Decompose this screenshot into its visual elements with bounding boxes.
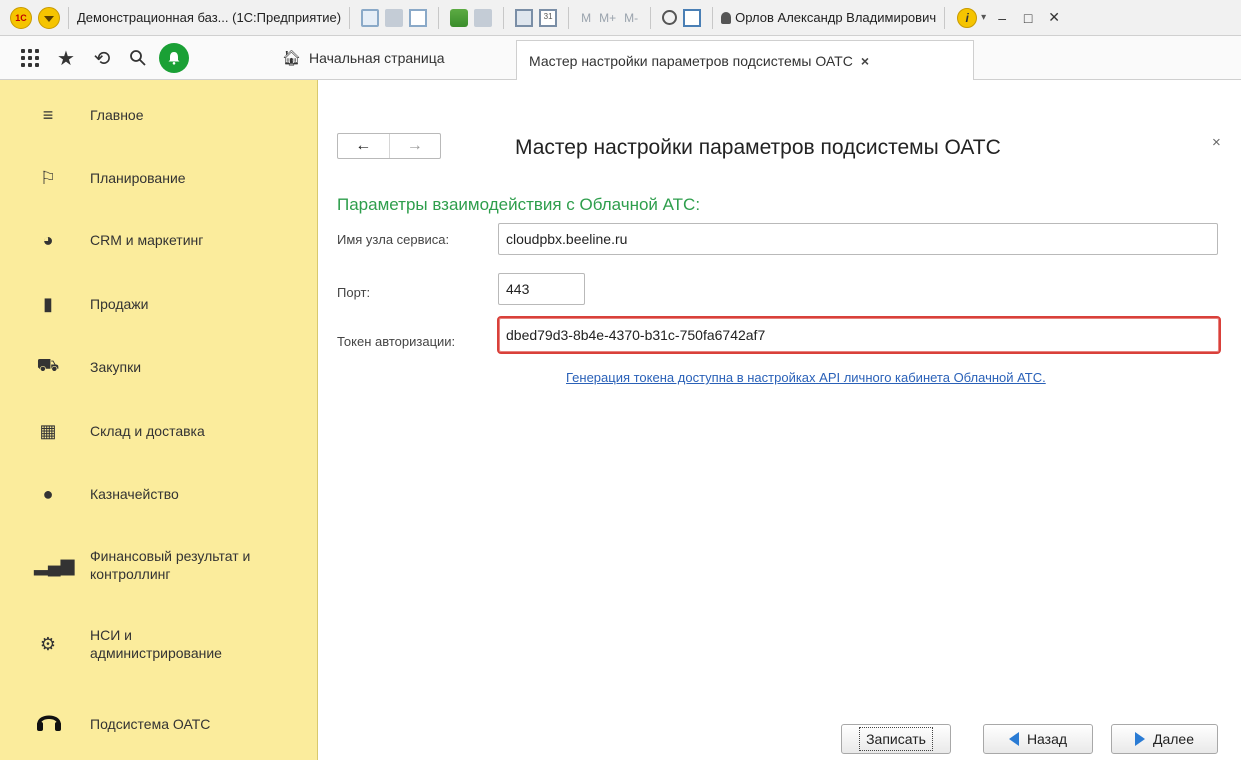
back-button-label: Назад — [1026, 731, 1068, 747]
separator — [650, 6, 652, 29]
save-doc-icon[interactable] — [361, 8, 380, 27]
sidebar-item-warehouse[interactable]: ▦ Склад и доставка — [0, 401, 318, 461]
calendar-icon[interactable]: 31 — [539, 8, 558, 27]
tab-wizard-label: Мастер настройки параметров подсистемы О… — [529, 52, 853, 69]
wizard-form: ← → Мастер настройки параметров подсисте… — [319, 80, 1241, 760]
menu-icon: ≡ — [42, 104, 54, 125]
save-button[interactable]: Записать — [841, 724, 951, 754]
sidebar-item-label: Планирование — [90, 170, 186, 186]
history-icon[interactable]: ⟲ — [84, 46, 120, 71]
tab-wizard[interactable]: Мастер настройки параметров подсистемы О… — [516, 40, 974, 80]
sidebar-item-oats[interactable]: Подсистема ОАТС — [0, 694, 318, 754]
sidebar-item-label: НСИ и администрирование — [90, 627, 222, 661]
sidebar-item-label: Продажи — [90, 296, 149, 312]
close-form-icon[interactable]: × — [1212, 134, 1221, 151]
memory-minus-button[interactable]: M- — [624, 11, 638, 25]
maximize-button[interactable]: □ — [1018, 10, 1038, 26]
ruble-icon: ● — [42, 483, 54, 504]
next-button[interactable]: Далее — [1111, 724, 1218, 754]
sidebar-item-label: Казначейство — [90, 486, 179, 502]
sidebar-item-label: Главное — [90, 107, 144, 123]
sidebar-item-label: Подсистема ОАТС — [90, 716, 211, 732]
separator — [712, 6, 714, 29]
arrow-right-icon — [1134, 732, 1145, 746]
host-label: Имя узла сервиса: — [337, 232, 450, 247]
1c-logo-icon: 1С — [10, 6, 32, 29]
shopping-bag-icon: ▮ — [43, 293, 53, 314]
sidebar-item-label: Закупки — [90, 359, 142, 375]
preview-icon[interactable] — [409, 8, 428, 27]
calculator-icon[interactable] — [515, 8, 534, 27]
chevron-down-icon[interactable]: ▾ — [981, 12, 986, 23]
separator — [568, 6, 570, 29]
upload-icon[interactable] — [450, 8, 469, 27]
search-icon[interactable] — [120, 49, 156, 67]
token-label: Токен авторизации: — [337, 334, 456, 349]
tab-home[interactable]: 🏠︎ Начальная страница — [270, 36, 457, 80]
arrow-left-icon — [1008, 732, 1019, 746]
sidebar-item-finance[interactable]: ▂▄▆ Финансовый результат и контроллинг — [0, 535, 318, 595]
history-nav: ← → — [337, 133, 441, 159]
cart-icon: ⛟ — [36, 355, 60, 375]
home-icon: 🏠︎ — [282, 50, 302, 67]
zoom-icon[interactable] — [662, 10, 678, 25]
sidebar-item-label: Склад и доставка — [90, 423, 205, 439]
token-help-link[interactable]: Генерация токена доступна в настройках A… — [566, 370, 1046, 385]
pie-chart-icon: ◕ — [42, 229, 54, 250]
close-tab-icon[interactable]: × — [861, 53, 869, 69]
back-button[interactable]: Назад — [983, 724, 1093, 754]
sidebar-item-label: CRM и маркетинг — [90, 232, 204, 248]
sidebar-item-label: Финансовый результат и контроллинг — [90, 548, 251, 582]
section-title: Параметры взаимодействия с Облачной АТС: — [337, 195, 701, 214]
separator — [438, 6, 440, 29]
user-icon — [721, 11, 732, 24]
next-button-label: Далее — [1152, 731, 1194, 747]
memory-plus-button[interactable]: M+ — [599, 11, 616, 25]
minimize-button[interactable]: – — [992, 10, 1012, 26]
apps-grid-icon[interactable] — [12, 49, 48, 67]
gear-icon: ⚙ — [39, 633, 57, 654]
planning-icon: ⚐ — [39, 167, 57, 188]
navigation-bar: ★ ⟲ 🏠︎ Начальная страница Мастер настрой… — [0, 36, 1241, 80]
forward-arrow-button[interactable]: → — [390, 134, 441, 158]
sidebar-item-main[interactable]: ≡ Главное — [0, 85, 318, 145]
memory-m-button[interactable]: M — [581, 11, 591, 25]
panel-icon[interactable] — [683, 8, 702, 27]
separator — [944, 6, 946, 29]
notifications-bell-icon[interactable] — [156, 43, 192, 73]
tab-home-label: Начальная страница — [309, 50, 445, 66]
user-info[interactable]: Орлов Александр Владимирович — [721, 10, 936, 25]
sidebar-item-purchases[interactable]: ⛟ Закупки — [0, 337, 318, 397]
host-input[interactable]: cloudpbx.beeline.ru — [498, 223, 1218, 255]
token-input[interactable]: dbed79d3-8b4e-4370-b31c-750fa6742af7 — [497, 316, 1221, 354]
print-icon[interactable] — [474, 8, 493, 27]
main-menu-icon[interactable] — [38, 6, 60, 29]
separator — [68, 6, 69, 29]
sidebar-item-admin[interactable]: ⚙ НСИ и администрирование — [0, 614, 318, 674]
info-icon[interactable]: i — [957, 7, 978, 28]
sidebar: ≡ Главное ⚐ Планирование ◕ CRM и маркети… — [0, 80, 318, 760]
sidebar-item-planning[interactable]: ⚐ Планирование — [0, 148, 318, 208]
title-bar: 1С Демонстрационная баз... (1С:Предприят… — [0, 0, 1241, 36]
separator — [503, 6, 505, 29]
sidebar-item-crm[interactable]: ◕ CRM и маркетинг — [0, 210, 318, 270]
page-title: Мастер настройки параметров подсистемы О… — [515, 136, 1001, 159]
app-title: Демонстрационная баз... (1С:Предприятие) — [77, 10, 342, 25]
port-input[interactable]: 443 — [498, 273, 585, 305]
save-button-label: Записать — [859, 727, 933, 751]
headset-icon — [34, 707, 62, 742]
back-arrow-button[interactable]: ← — [338, 134, 390, 158]
sidebar-item-sales[interactable]: ▮ Продажи — [0, 274, 318, 334]
user-name: Орлов Александр Владимирович — [735, 10, 937, 25]
sidebar-item-treasury[interactable]: ● Казначейство — [0, 464, 318, 524]
toolbar-icons: ★ ⟲ — [0, 36, 302, 80]
printer-icon[interactable] — [385, 8, 404, 27]
close-window-button[interactable]: ✕ — [1044, 9, 1064, 26]
warehouse-icon: ▦ — [39, 420, 57, 441]
port-label: Порт: — [337, 285, 371, 300]
separator — [349, 6, 351, 29]
bar-chart-icon: ▂▄▆ — [34, 554, 75, 575]
favorites-star-icon[interactable]: ★ — [48, 46, 84, 71]
